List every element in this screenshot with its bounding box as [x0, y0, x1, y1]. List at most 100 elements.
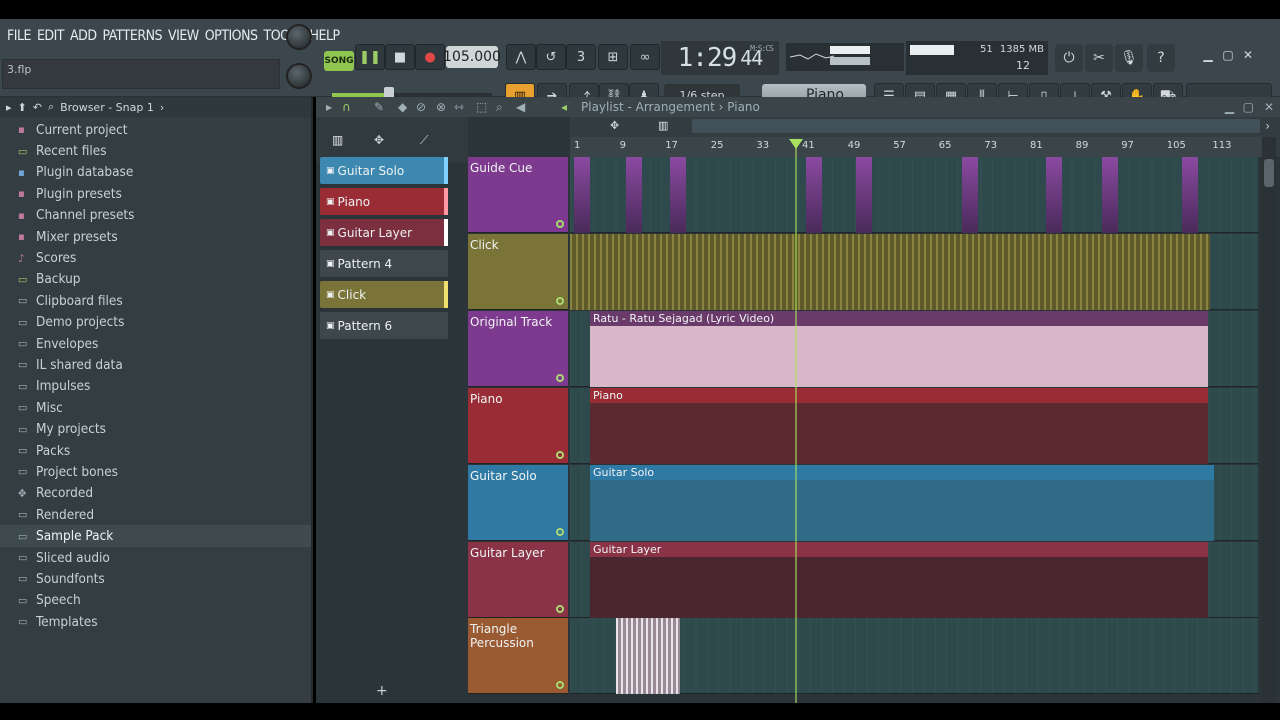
song-mode-toggle[interactable]: SONG — [324, 51, 354, 71]
pattern-clip[interactable]: Guitar Solo — [590, 464, 1214, 541]
pause-button[interactable]: ❚❚ — [355, 44, 385, 70]
search-icon[interactable]: ⌕ — [48, 100, 54, 114]
speaker-icon[interactable]: ◀ — [516, 100, 525, 114]
browser-item[interactable]: ▭ Sample Pack — [0, 525, 311, 547]
record-button[interactable]: ● — [415, 44, 445, 70]
audio-clip[interactable] — [1102, 157, 1118, 233]
clip-header[interactable]: Guitar Layer — [590, 541, 1208, 557]
up-arrow-icon[interactable]: ⬆ — [18, 101, 27, 114]
collapse-arrow-icon[interactable]: ▸ — [326, 100, 332, 114]
bar-ruler[interactable]: 1 9 17 25 33 41 49 57 65 73 81 89 97 105 113 — [570, 137, 1270, 157]
browser-item[interactable]: ▪ Plugin presets — [0, 183, 311, 204]
move-icon[interactable]: ✥ — [610, 119, 619, 132]
back-icon[interactable]: ↶ — [33, 101, 42, 114]
pattern-clip[interactable]: Ratu - Ratu Sejagad (Lyric Video) — [590, 310, 1208, 387]
mic-button[interactable]: 🎙 — [1115, 44, 1143, 72]
wait-input-button[interactable]: ↺ — [536, 44, 566, 70]
paint-icon[interactable]: ◆ — [398, 100, 407, 114]
mute-icon[interactable]: ⊗ — [436, 100, 446, 114]
online-button[interactable]: ⏻ — [1055, 44, 1083, 72]
close-button[interactable]: ✕ — [1240, 47, 1256, 63]
automation-icon[interactable]: ⟋ — [420, 133, 428, 148]
menu-edit[interactable]: EDIT — [34, 28, 67, 44]
vertical-scrollbar[interactable] — [1262, 137, 1276, 703]
chevron-left-icon[interactable]: ◂ — [561, 100, 567, 114]
track-lane[interactable] — [570, 233, 1258, 310]
pattern-clip[interactable]: Piano — [590, 387, 1208, 464]
chevron-right-icon[interactable]: › — [1265, 119, 1270, 133]
menu-view[interactable]: VIEW — [165, 28, 202, 44]
master-pitch-knob[interactable] — [286, 63, 312, 89]
browser-item[interactable]: ▭ Project bones — [0, 461, 311, 482]
track-lane[interactable] — [570, 618, 1258, 695]
track-enable-toggle[interactable] — [556, 681, 564, 690]
select-icon[interactable]: ⬚ — [476, 100, 487, 114]
collapse-arrow-icon[interactable]: ▸ — [6, 101, 12, 114]
track-header[interactable]: Original Track — [468, 310, 568, 387]
clip-header[interactable]: Guitar Solo — [590, 464, 1214, 480]
track-header[interactable]: Piano — [468, 387, 568, 464]
track-enable-toggle[interactable] — [556, 450, 564, 459]
browser-item[interactable]: ▭ Impulses — [0, 376, 311, 397]
audio-clip[interactable] — [962, 157, 978, 233]
master-volume-knob[interactable] — [286, 24, 312, 50]
track-lane[interactable]: Guitar Layer — [570, 541, 1258, 618]
pattern-item[interactable]: ▣ Guitar Layer — [320, 219, 448, 246]
track-lane[interactable]: Ratu - Ratu Sejagad (Lyric Video) — [570, 310, 1258, 387]
track-lane[interactable] — [570, 157, 1258, 233]
overview-scroller[interactable] — [692, 119, 1260, 133]
countdown-button[interactable]: 3 — [566, 44, 596, 70]
maximize-button[interactable]: ▢ — [1220, 47, 1236, 63]
pattern-item[interactable]: ▣ Guitar Solo — [320, 157, 448, 184]
scroll-thumb[interactable] — [1264, 159, 1274, 187]
menu-file[interactable]: FILE — [4, 28, 34, 44]
clip-header[interactable]: Piano — [590, 387, 1208, 403]
browser-item[interactable]: ▭ Soundfonts — [0, 568, 311, 589]
track-header[interactable]: Click — [468, 233, 568, 310]
pattern-item[interactable]: ▣ Pattern 4 — [320, 250, 448, 277]
menu-patterns[interactable]: PATTERNS — [100, 28, 166, 44]
audio-clip[interactable] — [806, 157, 822, 233]
piano-icon[interactable]: ▥ — [658, 119, 668, 132]
browser-item[interactable]: ▪ Channel presets — [0, 205, 311, 226]
click-clip[interactable] — [570, 233, 1210, 310]
browser-item[interactable]: ▪ Mixer presets — [0, 226, 311, 247]
browser-item[interactable]: ▭ IL shared data — [0, 354, 311, 375]
audio-clip[interactable] — [1046, 157, 1062, 233]
audio-clip[interactable] — [1182, 157, 1198, 233]
clip-header[interactable]: Ratu - Ratu Sejagad (Lyric Video) — [590, 310, 1208, 326]
track-enable-toggle[interactable] — [556, 220, 564, 228]
audio-clip[interactable] — [574, 157, 590, 233]
browser-item[interactable]: ▭ Demo projects — [0, 312, 311, 333]
browser-item[interactable]: ▭ Sliced audio — [0, 547, 311, 568]
minimize-icon[interactable]: ▁ — [1225, 100, 1234, 114]
maximize-icon[interactable]: ▢ — [1243, 100, 1254, 114]
piano-icon[interactable]: ▥ — [332, 133, 343, 147]
pattern-item[interactable]: ▣ Pattern 6 — [320, 312, 448, 339]
chevron-right-icon[interactable]: › — [160, 101, 164, 114]
browser-item[interactable]: ✥ Recorded — [0, 483, 311, 504]
step-edit-button[interactable]: ⊞ — [598, 44, 628, 70]
zoom-icon[interactable]: ⌕ — [496, 100, 503, 115]
slip-icon[interactable]: ⇿ — [454, 100, 464, 114]
stop-button[interactable]: ■ — [385, 44, 415, 70]
track-enable-toggle[interactable] — [556, 527, 564, 536]
menu-add[interactable]: ADD — [67, 28, 100, 44]
minimize-button[interactable]: ▁ — [1200, 47, 1216, 63]
pencil-icon[interactable]: ✎ — [374, 100, 384, 114]
add-button[interactable]: + — [376, 683, 388, 699]
pattern-clip[interactable]: Guitar Layer — [590, 541, 1208, 618]
browser-item[interactable]: ♪ Scores — [0, 247, 311, 268]
loop-mode-button[interactable]: ∞ — [630, 44, 660, 70]
track-enable-toggle[interactable] — [556, 604, 564, 613]
track-lane[interactable]: Piano — [570, 387, 1258, 464]
browser-item[interactable]: ▭ Envelopes — [0, 333, 311, 354]
browser-item[interactable]: ▭ Recent files — [0, 140, 311, 161]
track-header[interactable]: Guitar Layer — [468, 541, 568, 618]
track-header[interactable]: Triangle Percussion — [468, 618, 568, 695]
audio-clip[interactable] — [856, 157, 872, 233]
browser-item[interactable]: ▭ My projects — [0, 418, 311, 439]
percussion-clip[interactable] — [616, 618, 680, 695]
browser-item[interactable]: ▪ Plugin database — [0, 162, 311, 183]
magnet-icon[interactable]: ∩ — [342, 100, 351, 114]
